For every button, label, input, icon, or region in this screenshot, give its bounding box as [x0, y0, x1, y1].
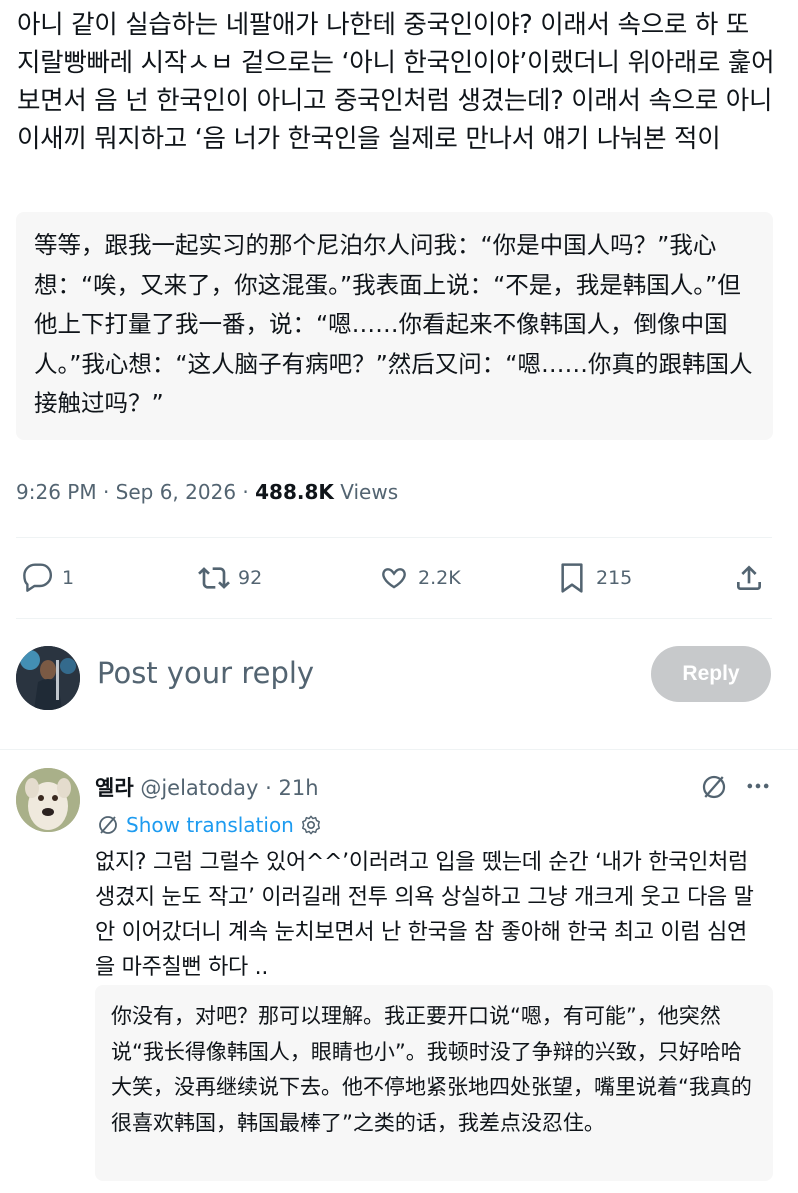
like-count: 2.2K — [418, 567, 461, 589]
reply-translation-text: 你没有，对吧？那可以理解。我正要开口说“嗯，有可能”，他突然说“我长得像韩国人，… — [111, 1004, 752, 1135]
divider — [16, 618, 772, 619]
share-action[interactable] — [733, 560, 765, 596]
reply-text: 없지? 그럼 그럴수 있어^^’이러려고 입을 뗐는데 순간 ‘내가 한국인처럼… — [95, 850, 754, 980]
divider — [16, 537, 772, 538]
post-translation-text: 等等，跟我一起实习的那个尼泊尔人问我：“你是中国人吗？”我心想：“唉，又来了，你… — [34, 231, 753, 417]
reply-icon — [23, 563, 53, 592]
repost-icon — [198, 567, 230, 589]
post-meta: 9:26 PM · Sep 6, 2026 · 488.8K Views — [16, 480, 398, 504]
divider — [0, 749, 798, 750]
post-text: 아니 같이 실습하는 네팔애가 나한테 중국인이야? 이래서 속으로 하 또 지… — [17, 10, 775, 154]
bookmark-action[interactable]: 215 — [556, 560, 632, 596]
repost-action[interactable]: 92 — [198, 560, 262, 596]
bookmark-icon — [561, 563, 583, 593]
reply-avatar[interactable] — [16, 768, 80, 832]
like-icon — [382, 568, 406, 589]
reply-count: 1 — [62, 567, 75, 589]
translate-icon — [99, 816, 117, 834]
dog-avatar-image — [16, 768, 80, 832]
avatar-image — [16, 646, 80, 710]
share-icon — [737, 565, 761, 590]
views-label: Views — [333, 480, 399, 504]
views-count: 488.8K — [255, 480, 334, 504]
reply-input[interactable]: Post your reply — [97, 656, 314, 690]
show-translation-link[interactable]: Show translation — [96, 813, 322, 837]
more-icon[interactable] — [744, 772, 772, 800]
avatar[interactable] — [16, 646, 80, 710]
reply-action[interactable]: 1 — [22, 560, 74, 596]
grok-icon[interactable] — [699, 772, 729, 802]
repost-count: 92 — [238, 567, 263, 589]
bookmark-count: 215 — [596, 567, 633, 589]
reply-author-handle[interactable]: @jelatoday · 21h — [134, 776, 318, 800]
like-action[interactable]: 2.2K — [378, 560, 461, 596]
reply-author[interactable]: 옐라 @jelatoday · 21h — [95, 772, 319, 802]
post-timestamp[interactable]: 9:26 PM · Sep 6, 2026 · — [16, 480, 255, 504]
gear-icon[interactable] — [300, 814, 322, 836]
reply-author-name[interactable]: 옐라 — [95, 776, 134, 800]
reply-button[interactable]: Reply — [651, 646, 771, 702]
show-translation-label[interactable]: Show translation — [126, 813, 294, 837]
